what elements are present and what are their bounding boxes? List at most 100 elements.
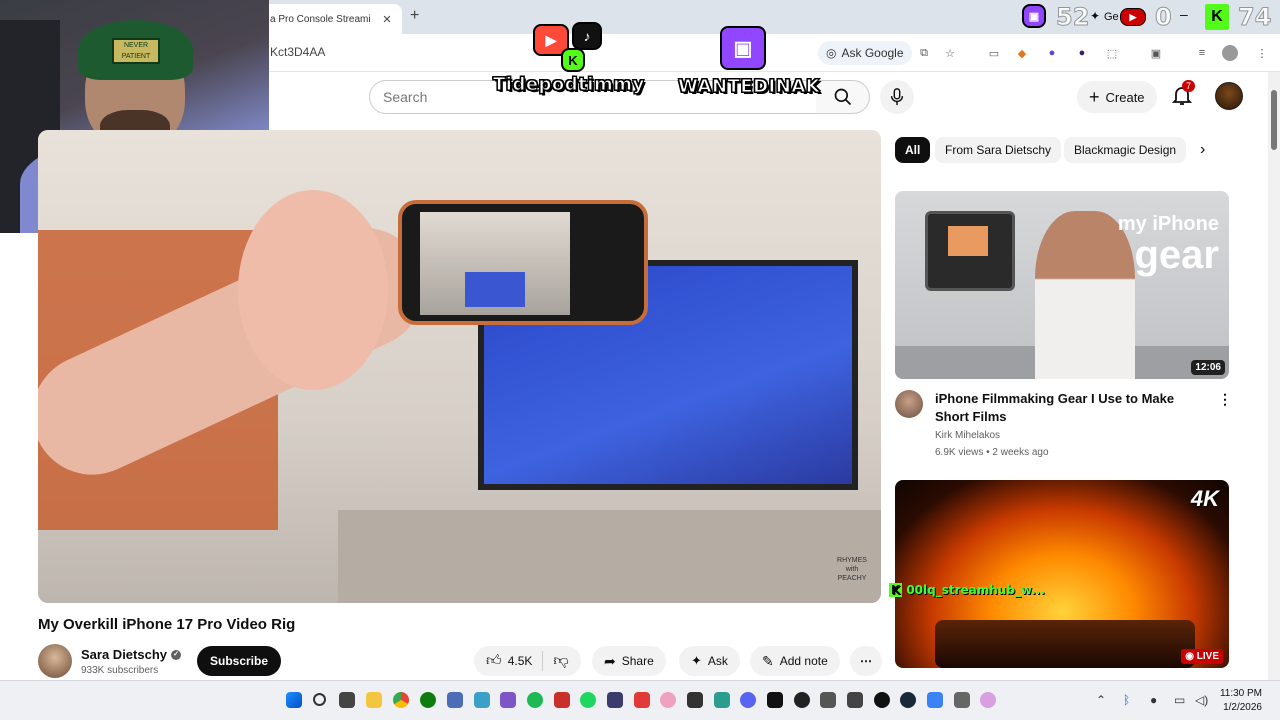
like-count[interactable]: 4.5K — [508, 654, 533, 668]
share-label: Share — [621, 654, 654, 668]
video-duration: 12:06 — [1191, 360, 1225, 375]
app-icon-1[interactable] — [447, 692, 463, 708]
chat-overlay-username: K 00lq_streamhub_w... — [889, 583, 1045, 597]
ask-google-button[interactable]: ◎ Ask Google — [818, 41, 912, 65]
share-icon: ➦ — [604, 652, 616, 669]
share-button[interactable]: ➦ Share — [592, 646, 666, 676]
add-note-label: Add note — [779, 654, 828, 668]
extensions-puzzle-icon[interactable]: ⬚ — [1104, 45, 1120, 61]
minimize-icon[interactable]: – — [1180, 6, 1188, 22]
page-scrollbar[interactable] — [1268, 72, 1280, 680]
volume-icon[interactable]: ◁) — [1195, 693, 1208, 707]
recommendation-menu-icon[interactable]: ⋮ — [1218, 391, 1232, 408]
dislike-icon[interactable]: 👎︎ — [553, 652, 568, 670]
chevron-right-icon[interactable]: › — [1200, 141, 1205, 159]
app-icon-11[interactable] — [794, 692, 810, 708]
lens-icon: ◎ — [826, 46, 837, 60]
create-button[interactable]: + Create — [1077, 81, 1157, 113]
recommendation-thumbnail[interactable]: my iPhone gear 12:06 — [895, 191, 1229, 379]
clock-time: 11:30 PM — [1219, 688, 1262, 699]
reading-list-icon[interactable]: ≡ — [1194, 45, 1210, 61]
task-view-icon[interactable] — [339, 692, 355, 708]
app-icon-3[interactable] — [500, 692, 516, 708]
channel-name[interactable]: Sara Dietschy ✓ — [81, 647, 181, 662]
app-icon-17[interactable] — [980, 692, 996, 708]
tiktok-taskbar-icon[interactable] — [767, 692, 783, 708]
app-icon-13[interactable] — [847, 692, 863, 708]
search-button[interactable] — [816, 80, 870, 114]
app-icon-6[interactable] — [607, 692, 623, 708]
chip-all[interactable]: All — [895, 137, 931, 163]
app-icon-7[interactable] — [634, 692, 650, 708]
twitch-icon: ▣ — [1022, 4, 1046, 28]
recommendation-channel[interactable]: Kirk Mihelakos — [935, 430, 1000, 441]
bookmark-star-icon[interactable]: ☆ — [942, 45, 958, 61]
start-icon[interactable] — [286, 692, 302, 708]
twitch-overlay-icon: ▣ — [720, 26, 766, 70]
chrome-icon[interactable] — [393, 692, 409, 708]
tray-mic-icon[interactable]: ● — [1150, 693, 1157, 707]
recommendation-thumbnail-live[interactable]: 4K ◉ LIVE — [895, 480, 1229, 668]
live-badge: ◉ LIVE — [1181, 649, 1223, 664]
app-icon-4[interactable] — [554, 692, 570, 708]
subscribe-button[interactable]: Subscribe — [197, 646, 282, 676]
new-tab-button[interactable]: + — [410, 7, 419, 25]
chip-from-channel[interactable]: From Sara Dietschy — [935, 137, 1062, 163]
app-icon-15[interactable] — [927, 692, 943, 708]
ask-google-label: Ask Google — [841, 46, 904, 60]
windows-taskbar: ⌃ ᛒ ● ▭ ◁) 11:30 PM 1/2/2026 — [0, 680, 1280, 720]
app-icon-5[interactable] — [580, 692, 596, 708]
steam-icon[interactable] — [900, 692, 916, 708]
tab-close-icon[interactable]: ✕ — [380, 13, 394, 26]
ask-label: Ask — [707, 654, 728, 668]
taskbar-search-icon[interactable] — [313, 693, 326, 706]
app-icon-16[interactable] — [954, 692, 970, 708]
voice-search-button[interactable] — [880, 80, 914, 114]
chip-blackmagic[interactable]: Blackmagic Design — [1064, 137, 1187, 163]
like-icon[interactable]: 👍︎ — [486, 652, 502, 670]
app-icon-2[interactable] — [474, 692, 490, 708]
thumb-text-top: my iPhone — [1117, 213, 1219, 235]
taskbar-clock[interactable]: 11:30 PM 1/2/2026 — [1220, 687, 1262, 715]
split-view-icon[interactable]: ▣ — [1148, 45, 1164, 61]
video-frame-desk — [338, 510, 881, 603]
recommendation-title[interactable]: iPhone Filmmaking Gear I Use to Make Sho… — [935, 390, 1205, 426]
add-note-button[interactable]: ✎ Add note — [750, 646, 840, 676]
app-icon-10[interactable] — [714, 692, 730, 708]
webcam-cap-logo: NEVER PATIENT — [112, 38, 160, 64]
recommendation-channel-avatar[interactable] — [895, 390, 923, 418]
profile-icon[interactable] — [1222, 45, 1238, 61]
channel-name-label: Sara Dietschy — [81, 647, 167, 662]
url-text[interactable]: Kct3D4AA — [270, 45, 325, 59]
app-icon-8[interactable] — [660, 692, 676, 708]
xbox-icon[interactable] — [420, 692, 436, 708]
extension-screen-icon[interactable]: ▭ — [986, 45, 1002, 61]
browser-menu-icon[interactable]: ⋮ — [1254, 45, 1270, 61]
extension-dark-icon[interactable]: ● — [1074, 45, 1090, 61]
video-player[interactable]: RHYMES with PEACHY — [38, 130, 881, 603]
app-icon-14[interactable] — [874, 692, 890, 708]
file-explorer-icon[interactable] — [366, 692, 382, 708]
scrollbar-thumb[interactable] — [1271, 90, 1277, 150]
like-divider — [542, 651, 544, 671]
like-dislike-group: 👍︎ 4.5K 👎︎ — [474, 646, 581, 676]
install-app-icon[interactable]: ⧉ — [916, 45, 932, 61]
extension-circle-icon[interactable]: ● — [1044, 45, 1060, 61]
app-icon-12[interactable] — [820, 692, 836, 708]
browser-tab[interactable]: a Pro Console Streami ✕ — [262, 4, 402, 34]
ask-button[interactable]: ✦ Ask — [679, 646, 740, 676]
metamask-icon[interactable]: ◆ — [1014, 45, 1030, 61]
discord-icon[interactable] — [740, 692, 756, 708]
spotify-icon[interactable] — [527, 692, 543, 708]
tray-overflow-icon[interactable]: ⌃ — [1096, 693, 1106, 707]
account-avatar[interactable] — [1215, 82, 1243, 110]
channel-avatar[interactable] — [38, 644, 72, 678]
network-icon[interactable]: ▭ — [1174, 693, 1185, 707]
more-actions-button[interactable]: ⋯ — [850, 646, 882, 676]
overlay-username-left: Tidepodtimmy — [493, 74, 645, 96]
thumb-rig — [925, 211, 1015, 291]
screen: a Pro Console Streami ✕ + ▣ 52 ✦ Ge ▶ 0 … — [0, 0, 1280, 720]
bluetooth-icon[interactable]: ᛒ — [1123, 693, 1130, 707]
window-partial-title: Ge — [1104, 11, 1119, 23]
app-icon-9[interactable] — [687, 692, 703, 708]
